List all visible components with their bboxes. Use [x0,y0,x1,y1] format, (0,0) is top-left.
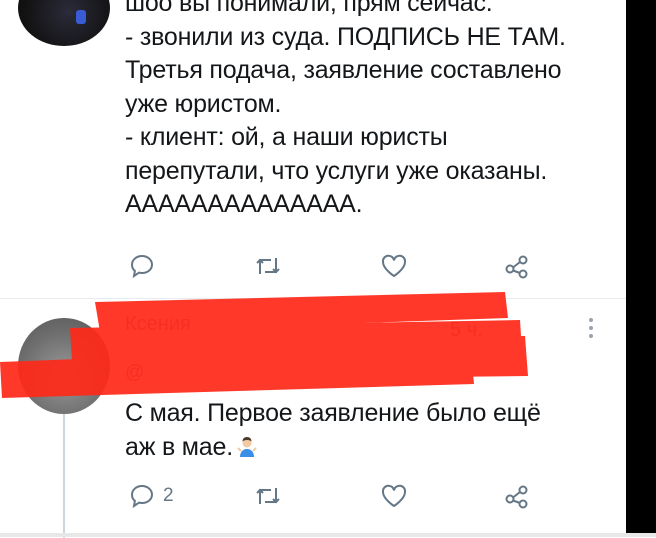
reply-icon [130,254,154,279]
heart-icon [381,254,407,278]
tweet-line: - клиент: ой, а наши юристы [125,123,448,151]
tweet-line: аж в мае. [125,431,541,465]
author-name[interactable]: Ксения [125,313,505,343]
retweet-button[interactable] [253,246,291,286]
reply-button[interactable]: 2 [129,476,174,516]
tweet-actions [125,246,528,286]
tweet-time[interactable]: 5 ч. [450,319,483,342]
heart-icon [381,484,407,508]
reply-button[interactable] [129,246,163,286]
thread-line [63,414,65,538]
tweet-line: уже юристом. [125,89,282,118]
screen-edge-bottom [0,533,656,537]
share-icon [505,485,528,509]
tweet-line: АААААААААААААА. [125,190,363,218]
like-button[interactable] [380,476,416,516]
share-button[interactable] [503,246,531,286]
tweet-line-text: аж в мае. [125,432,233,461]
tweet-divider [0,298,626,299]
tweet-text: шоо вы понимали, прям сейчас. - звонили и… [125,0,566,222]
reply-count: 2 [163,485,174,506]
share-button[interactable] [503,476,531,516]
person-shrugging-icon [237,436,257,457]
tweet-line: - звонили из суда. ПОДПИСЬ НЕ ТАМ. [125,22,566,51]
avatar[interactable] [18,318,110,414]
tweet-line: С мая. Первое заявление было ещё [125,399,541,427]
screen-edge-right [626,0,656,537]
avatar[interactable] [18,0,110,46]
retweet-icon [256,258,280,274]
tweet-text: С мая. Первое заявление было ещё аж в мае… [125,397,541,464]
more-options-icon[interactable] [588,318,594,342]
reply-icon [130,484,154,509]
share-icon [505,255,528,279]
like-button[interactable] [380,246,416,286]
retweet-button[interactable] [253,476,291,516]
tweet-line: перепутали, что услуги уже оказаны. [125,156,548,185]
author-handle[interactable]: @ [125,362,144,384]
tweet-line: шоо вы понимали, прям сейчас. [125,0,493,17]
tweet-actions: 2 [125,476,528,516]
retweet-icon [256,488,280,504]
tweet-line: Третья подача, заявление составлено [125,56,562,84]
